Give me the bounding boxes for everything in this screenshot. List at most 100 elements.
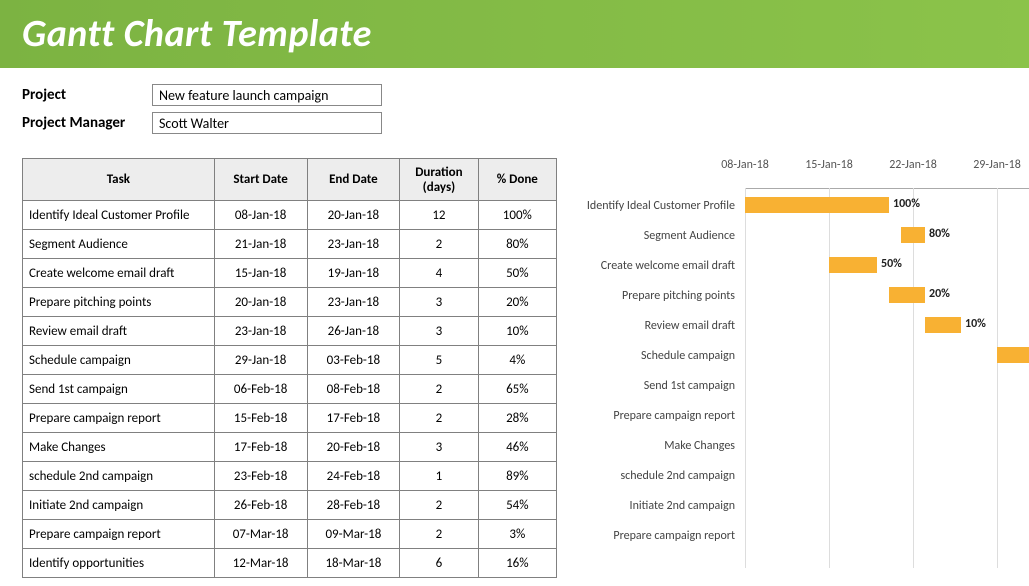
cell-done[interactable]: 46% [478, 433, 556, 462]
table-row[interactable]: Create welcome email draft15-Jan-1819-Ja… [23, 259, 557, 288]
cell-start[interactable]: 12-Mar-18 [214, 549, 307, 578]
table-row[interactable]: Review email draft23-Jan-1826-Jan-18310% [23, 317, 557, 346]
axis-line [745, 188, 1029, 189]
cell-duration[interactable]: 3 [400, 433, 478, 462]
cell-done[interactable]: 89% [478, 462, 556, 491]
gantt-bar[interactable] [745, 197, 889, 213]
cell-end[interactable]: 28-Feb-18 [307, 491, 400, 520]
cell-end[interactable]: 18-Mar-18 [307, 549, 400, 578]
table-row[interactable]: Initiate 2nd campaign26-Feb-1828-Feb-182… [23, 491, 557, 520]
cell-done[interactable]: 3% [478, 520, 556, 549]
cell-done[interactable]: 80% [478, 230, 556, 259]
cell-done[interactable]: 65% [478, 375, 556, 404]
cell-end[interactable]: 17-Feb-18 [307, 404, 400, 433]
cell-task[interactable]: Prepare campaign report [23, 520, 215, 549]
cell-start[interactable]: 08-Jan-18 [214, 201, 307, 230]
table-row[interactable]: Send 1st campaign06-Feb-1808-Feb-18265% [23, 375, 557, 404]
chart-row-label: Prepare campaign report [575, 529, 735, 543]
cell-start[interactable]: 21-Jan-18 [214, 230, 307, 259]
chart-row: Segment Audience 80% [575, 223, 1029, 253]
gantt-bar[interactable] [925, 317, 961, 333]
cell-done[interactable]: 20% [478, 288, 556, 317]
table-row[interactable]: Make Changes17-Feb-1820-Feb-18346% [23, 433, 557, 462]
cell-start[interactable]: 23-Feb-18 [214, 462, 307, 491]
cell-done[interactable]: 10% [478, 317, 556, 346]
cell-start[interactable]: 23-Jan-18 [214, 317, 307, 346]
cell-task[interactable]: Segment Audience [23, 230, 215, 259]
table-row[interactable]: Identify Ideal Customer Profile08-Jan-18… [23, 201, 557, 230]
cell-duration[interactable]: 2 [400, 230, 478, 259]
chart-row-label: Initiate 2nd campaign [575, 499, 735, 513]
cell-end[interactable]: 24-Feb-18 [307, 462, 400, 491]
cell-end[interactable]: 03-Feb-18 [307, 346, 400, 375]
cell-task[interactable]: Prepare campaign report [23, 404, 215, 433]
task-table: Task Start Date End Date Duration (days)… [22, 158, 557, 578]
cell-task[interactable]: Send 1st campaign [23, 375, 215, 404]
gantt-bar[interactable] [829, 257, 877, 273]
cell-done[interactable]: 16% [478, 549, 556, 578]
manager-input[interactable] [152, 112, 382, 134]
cell-task[interactable]: Create welcome email draft [23, 259, 215, 288]
table-row[interactable]: Prepare campaign report07-Mar-1809-Mar-1… [23, 520, 557, 549]
cell-end[interactable]: 20-Jan-18 [307, 201, 400, 230]
cell-duration[interactable]: 2 [400, 491, 478, 520]
gantt-bar[interactable] [901, 227, 925, 243]
cell-task[interactable]: Identify opportunities [23, 549, 215, 578]
cell-done[interactable]: 54% [478, 491, 556, 520]
cell-done[interactable]: 28% [478, 404, 556, 433]
cell-duration[interactable]: 3 [400, 317, 478, 346]
gantt-bar[interactable] [997, 347, 1029, 363]
cell-task[interactable]: schedule 2nd campaign [23, 462, 215, 491]
cell-duration[interactable]: 6 [400, 549, 478, 578]
cell-start[interactable]: 26-Feb-18 [214, 491, 307, 520]
cell-end[interactable]: 26-Jan-18 [307, 317, 400, 346]
cell-end[interactable]: 09-Mar-18 [307, 520, 400, 549]
th-done: % Done [478, 159, 556, 201]
cell-duration[interactable]: 4 [400, 259, 478, 288]
cell-start[interactable]: 06-Feb-18 [214, 375, 307, 404]
cell-task[interactable]: Review email draft [23, 317, 215, 346]
table-row[interactable]: Prepare campaign report15-Feb-1817-Feb-1… [23, 404, 557, 433]
cell-duration[interactable]: 12 [400, 201, 478, 230]
cell-duration[interactable]: 2 [400, 375, 478, 404]
cell-task[interactable]: Initiate 2nd campaign [23, 491, 215, 520]
chart-row: Make Changes [575, 433, 1029, 463]
cell-done[interactable]: 50% [478, 259, 556, 288]
th-task: Task [23, 159, 215, 201]
cell-end[interactable]: 20-Feb-18 [307, 433, 400, 462]
cell-duration[interactable]: 3 [400, 288, 478, 317]
table-row[interactable]: Prepare pitching points20-Jan-1823-Jan-1… [23, 288, 557, 317]
gantt-bar[interactable] [889, 287, 925, 303]
cell-done[interactable]: 100% [478, 201, 556, 230]
table-row[interactable]: Identify opportunities12-Mar-1818-Mar-18… [23, 549, 557, 578]
cell-duration[interactable]: 1 [400, 462, 478, 491]
cell-duration[interactable]: 2 [400, 520, 478, 549]
cell-task[interactable]: Identify Ideal Customer Profile [23, 201, 215, 230]
table-row[interactable]: Segment Audience21-Jan-1823-Jan-18280% [23, 230, 557, 259]
chart-row-label: Segment Audience [575, 229, 735, 243]
cell-start[interactable]: 15-Jan-18 [214, 259, 307, 288]
cell-end[interactable]: 23-Jan-18 [307, 230, 400, 259]
cell-end[interactable]: 08-Feb-18 [307, 375, 400, 404]
cell-end[interactable]: 19-Jan-18 [307, 259, 400, 288]
manager-label: Project Manager [22, 114, 152, 132]
title-banner: Gantt Chart Template [0, 0, 1029, 68]
cell-start[interactable]: 20-Jan-18 [214, 288, 307, 317]
cell-task[interactable]: Make Changes [23, 433, 215, 462]
cell-task[interactable]: Schedule campaign [23, 346, 215, 375]
chart-row: Prepare campaign report [575, 523, 1029, 553]
table-row[interactable]: schedule 2nd campaign23-Feb-1824-Feb-181… [23, 462, 557, 491]
cell-duration[interactable]: 2 [400, 404, 478, 433]
project-input[interactable] [152, 84, 382, 106]
meta-row-manager: Project Manager [22, 112, 1007, 134]
cell-start[interactable]: 29-Jan-18 [214, 346, 307, 375]
cell-duration[interactable]: 5 [400, 346, 478, 375]
cell-start[interactable]: 15-Feb-18 [214, 404, 307, 433]
cell-start[interactable]: 07-Mar-18 [214, 520, 307, 549]
gantt-bar-label: 80% [929, 227, 950, 241]
cell-task[interactable]: Prepare pitching points [23, 288, 215, 317]
table-row[interactable]: Schedule campaign29-Jan-1803-Feb-1854% [23, 346, 557, 375]
cell-done[interactable]: 4% [478, 346, 556, 375]
cell-end[interactable]: 23-Jan-18 [307, 288, 400, 317]
cell-start[interactable]: 17-Feb-18 [214, 433, 307, 462]
